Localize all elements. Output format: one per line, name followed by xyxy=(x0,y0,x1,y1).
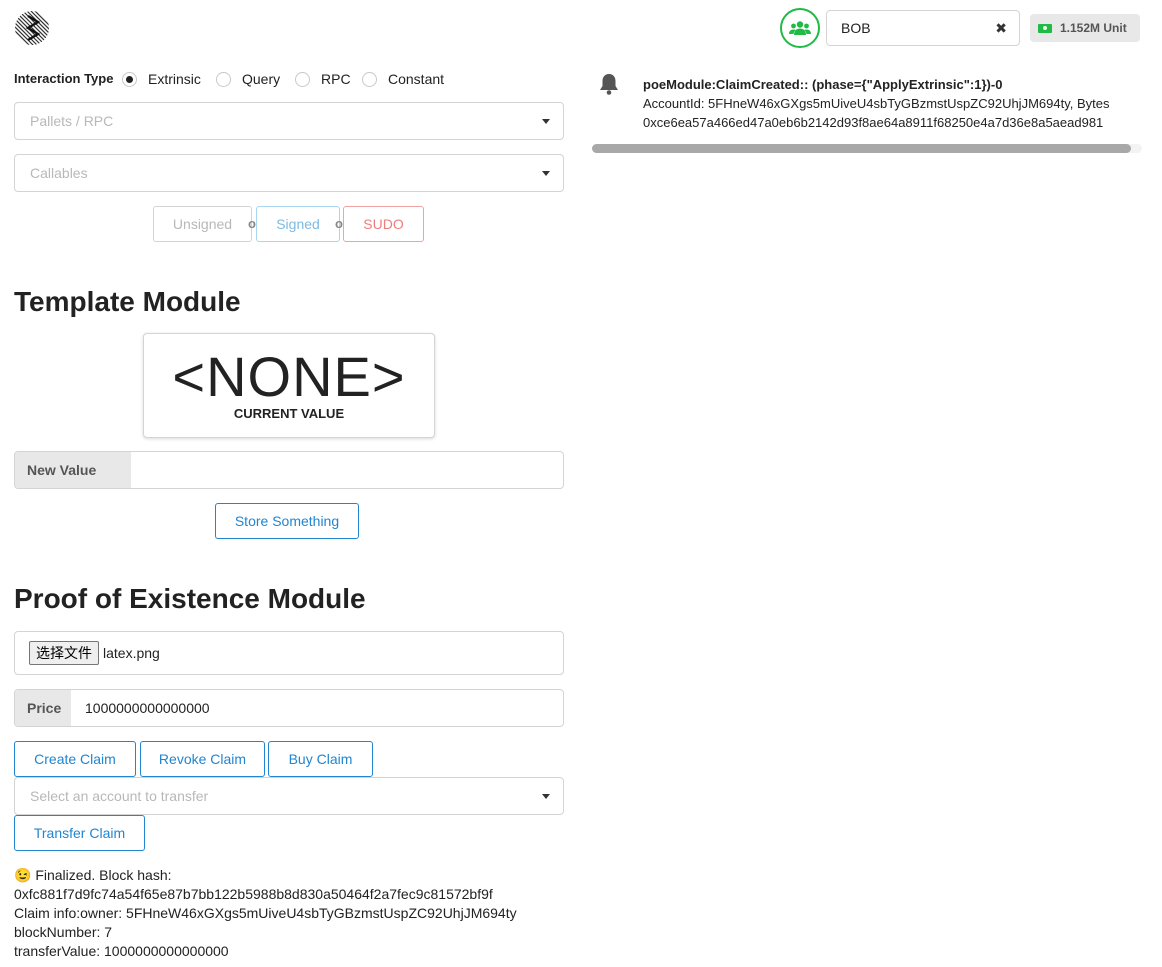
account-name: BOB xyxy=(841,20,871,36)
radio-rpc[interactable]: RPC xyxy=(295,71,351,87)
caret-down-icon xyxy=(542,794,550,799)
current-value-label: CURRENT VALUE xyxy=(233,406,345,421)
balance-badge: 1.152M Unit xyxy=(1030,14,1140,42)
new-value-input[interactable] xyxy=(131,452,563,488)
new-value-label: New Value xyxy=(15,452,131,488)
callables-dropdown[interactable]: Callables xyxy=(14,154,564,192)
dropdown-placeholder: Select an account to transfer xyxy=(30,788,209,804)
radio-label: RPC xyxy=(321,71,351,87)
interaction-type-label: Interaction Type xyxy=(14,71,114,86)
event-title: poeModule:ClaimCreated:: (phase={"ApplyE… xyxy=(643,77,1003,92)
radio-label: Query xyxy=(242,71,281,87)
status-transfer-value: transferValue: 1000000000000000 xyxy=(14,943,229,959)
poe-module-title: Proof of Existence Module xyxy=(14,583,366,614)
caret-down-icon xyxy=(542,171,550,176)
sudo-button[interactable]: SUDO xyxy=(343,206,424,242)
radio-query[interactable]: Query xyxy=(216,71,280,87)
balance-value: 1.152M Unit xyxy=(1060,21,1127,35)
store-something-button[interactable]: Store Something xyxy=(215,503,359,539)
dropdown-placeholder: Callables xyxy=(30,165,88,181)
radio-constant[interactable]: Constant xyxy=(362,71,444,87)
status-block-hash: 0xfc881f7d9fc74a54f65e87b7bb122b5988b8d8… xyxy=(14,886,493,902)
create-claim-button[interactable]: Create Claim xyxy=(14,741,136,777)
price-field[interactable]: Price 1000000000000000 xyxy=(14,689,564,727)
price-input[interactable]: 1000000000000000 xyxy=(71,690,563,726)
account-select[interactable]: BOB ✖ xyxy=(826,10,1020,46)
radio-dot[interactable] xyxy=(216,71,231,87)
radio-extrinsic[interactable]: Extrinsic xyxy=(122,71,201,87)
template-module-title: Template Module xyxy=(14,286,241,317)
radio-dot[interactable] xyxy=(295,71,310,87)
substrate-logo-icon[interactable] xyxy=(14,8,50,48)
unsigned-button[interactable]: Unsigned xyxy=(153,206,252,242)
choose-file-button[interactable]: 选择文件 xyxy=(29,641,99,665)
transfer-account-dropdown[interactable]: Select an account to transfer xyxy=(14,777,564,815)
caret-down-icon xyxy=(542,119,550,124)
close-icon[interactable]: ✖ xyxy=(995,20,1007,37)
event-line: AccountId: 5FHneW46xGXgs5mUiveU4sbTyGBzm… xyxy=(643,96,1110,111)
scrollbar-thumb[interactable] xyxy=(592,144,1131,153)
signed-button[interactable]: Signed xyxy=(256,206,340,242)
file-name: latex.png xyxy=(103,645,160,661)
transfer-claim-button[interactable]: Transfer Claim xyxy=(14,815,145,851)
events-panel: poeModule:ClaimCreated:: (phase={"ApplyE… xyxy=(590,70,1142,140)
pallets-dropdown[interactable]: Pallets / RPC xyxy=(14,102,564,140)
users-icon xyxy=(789,21,811,35)
current-value-card: <NONE> CURRENT VALUE xyxy=(143,333,435,438)
revoke-claim-button[interactable]: Revoke Claim xyxy=(140,741,265,777)
radio-dot[interactable] xyxy=(122,71,137,87)
radio-label: Extrinsic xyxy=(148,71,201,87)
status-line: 😉 Finalized. Block hash: xyxy=(14,867,172,883)
dropdown-placeholder: Pallets / RPC xyxy=(30,113,114,129)
status-claim-owner: Claim info:owner: 5FHneW46xGXgs5mUiveU4s… xyxy=(14,905,517,921)
accounts-button[interactable] xyxy=(780,8,820,48)
price-label: Price xyxy=(15,690,71,726)
radio-dot[interactable] xyxy=(362,71,377,87)
radio-label: Constant xyxy=(388,71,445,87)
file-input[interactable]: 选择文件 latex.png xyxy=(14,631,564,675)
current-value: <NONE> xyxy=(172,345,406,408)
money-icon xyxy=(1038,23,1052,33)
event-line: 0xce6ea57a466ed47a0eb6b2142d93f8ae64a891… xyxy=(643,115,1104,130)
new-value-field[interactable]: New Value xyxy=(14,451,564,489)
buy-claim-button[interactable]: Buy Claim xyxy=(268,741,373,777)
status-block-number: blockNumber: 7 xyxy=(14,924,113,940)
